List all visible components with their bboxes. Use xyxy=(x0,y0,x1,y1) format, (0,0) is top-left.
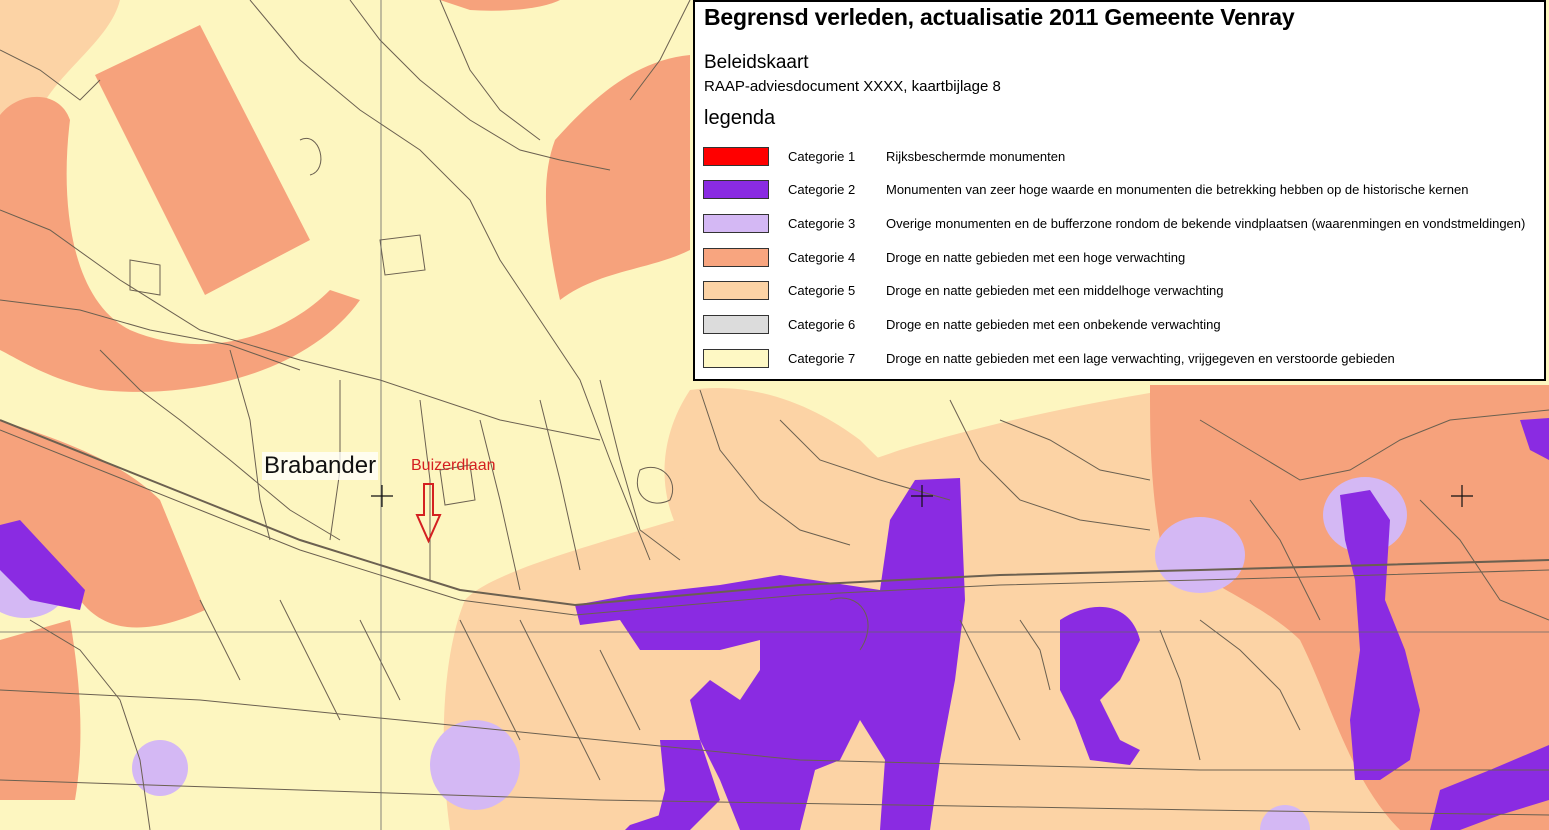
legend-swatch xyxy=(703,214,769,233)
legend-item-description: Monumenten van zeer hoge waarde en monum… xyxy=(886,182,1469,197)
legend-item: Categorie 3 Overige monumenten en de buf… xyxy=(703,213,1543,235)
street-label-buizerdlaan: Buizerdlaan xyxy=(411,457,496,474)
legend-item-label: Categorie 6 xyxy=(788,317,856,332)
legend-item-label: Categorie 4 xyxy=(788,250,856,265)
legend-item: Categorie 7 Droge en natte gebieden met … xyxy=(703,348,1543,370)
legend-swatch xyxy=(703,281,769,300)
legend-panel: Begrensd verleden, actualisatie 2011 Gem… xyxy=(693,0,1546,381)
legend-item-label: Categorie 5 xyxy=(788,283,856,298)
legend-document-reference: RAAP-adviesdocument XXXX, kaartbijlage 8 xyxy=(704,78,1001,95)
legend-subtitle: Beleidskaart xyxy=(704,52,809,73)
place-label-brabander: Brabander xyxy=(262,452,379,480)
legend-item-label: Categorie 7 xyxy=(788,351,856,366)
legend-item-description: Droge en natte gebieden met een middelho… xyxy=(886,283,1224,298)
legend-item-label: Categorie 1 xyxy=(788,149,856,164)
legend-item-description: Rijksbeschermde monumenten xyxy=(886,149,1066,164)
legend-item: Categorie 2 Monumenten van zeer hoge waa… xyxy=(703,179,1543,201)
legend-item: Categorie 1 Rijksbeschermde monumenten xyxy=(703,146,1543,168)
legend-item-description: Overige monumenten en de bufferzone rond… xyxy=(886,216,1526,231)
legend-swatch xyxy=(703,180,769,199)
legend-swatch xyxy=(703,349,769,368)
legend-item-description: Droge en natte gebieden met een hoge ver… xyxy=(886,250,1186,265)
legend-heading: legenda xyxy=(704,107,776,129)
legend-title: Begrensd verleden, actualisatie 2011 Gem… xyxy=(704,4,1295,30)
legend-item-label: Categorie 3 xyxy=(788,216,856,231)
legend-item-description: Droge en natte gebieden met een lage ver… xyxy=(886,351,1395,366)
legend-swatch xyxy=(703,248,769,267)
legend-item: Categorie 6 Droge en natte gebieden met … xyxy=(703,314,1543,336)
legend-item: Categorie 4 Droge en natte gebieden met … xyxy=(703,247,1543,269)
legend-item-description: Droge en natte gebieden met een onbekend… xyxy=(886,317,1221,332)
legend-swatch xyxy=(703,315,769,334)
legend-item: Categorie 5 Droge en natte gebieden met … xyxy=(703,280,1543,302)
legend-item-label: Categorie 2 xyxy=(788,182,856,197)
legend-swatch xyxy=(703,147,769,166)
